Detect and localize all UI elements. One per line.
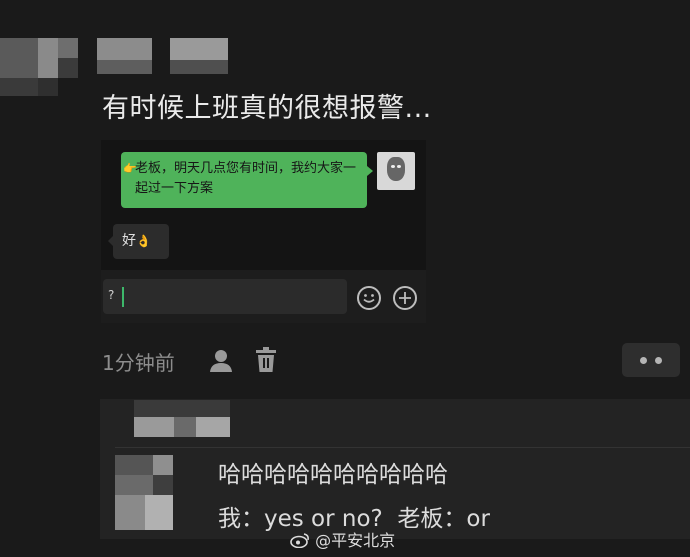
message-input[interactable]: ? (103, 279, 347, 314)
mosaic-block (174, 417, 196, 437)
reply-bubble: 好👌 (108, 224, 169, 259)
mosaic-block (170, 38, 228, 60)
mosaic-block (97, 38, 152, 60)
watermark-text: @平安北京 (315, 531, 396, 550)
mosaic-block (58, 58, 78, 78)
person-icon[interactable] (208, 348, 236, 374)
boss-message-text: 老板，明天几点您有时间，我约大家一起过一下方案 (135, 161, 357, 196)
comment-line-1: 哈哈哈哈哈哈哈哈哈哈 (218, 462, 448, 488)
mosaic-block (97, 60, 152, 74)
boss-message-bubble: 👉 老板，明天几点您有时间，我约大家一起过一下方案 (121, 152, 373, 208)
hand-pointing-emoji-icon: 👉 (123, 162, 137, 175)
mosaic-block (153, 475, 173, 495)
post-time: 1分钟前 (102, 351, 175, 375)
mosaic-block (58, 38, 78, 58)
mosaic-block (153, 455, 173, 475)
comment-divider (115, 447, 690, 448)
ok-hand-emoji-icon: 👌 (136, 234, 151, 248)
reply-text: 好 (122, 233, 136, 249)
input-value: ? (108, 288, 115, 302)
mosaic-block (38, 38, 58, 78)
mosaic-block (115, 475, 153, 495)
watermark: @平安北京 (290, 527, 395, 551)
mosaic-block (145, 495, 173, 530)
chat-input-bar: ? (101, 270, 426, 323)
mosaic-block (134, 400, 230, 417)
trash-icon[interactable] (254, 347, 278, 373)
mosaic-block (134, 417, 174, 437)
sender-avatar (377, 152, 415, 190)
mosaic-block (196, 417, 230, 437)
mosaic-block (115, 495, 145, 530)
smiley-icon[interactable] (357, 286, 381, 310)
mosaic-block (115, 455, 153, 475)
mosaic-block (38, 78, 58, 96)
mosaic-block (0, 78, 38, 96)
mosaic-block (0, 38, 38, 78)
post-text: 有时候上班真的很想报警... (102, 93, 432, 124)
mosaic-block (170, 60, 228, 74)
text-caret (122, 287, 124, 307)
plus-circle-icon[interactable] (393, 286, 417, 310)
chat-screenshot-image[interactable]: 👉 老板，明天几点您有时间，我约大家一起过一下方案 好👌 ? (101, 140, 426, 323)
more-dots-icon[interactable] (622, 343, 680, 377)
weibo-icon (290, 533, 310, 549)
